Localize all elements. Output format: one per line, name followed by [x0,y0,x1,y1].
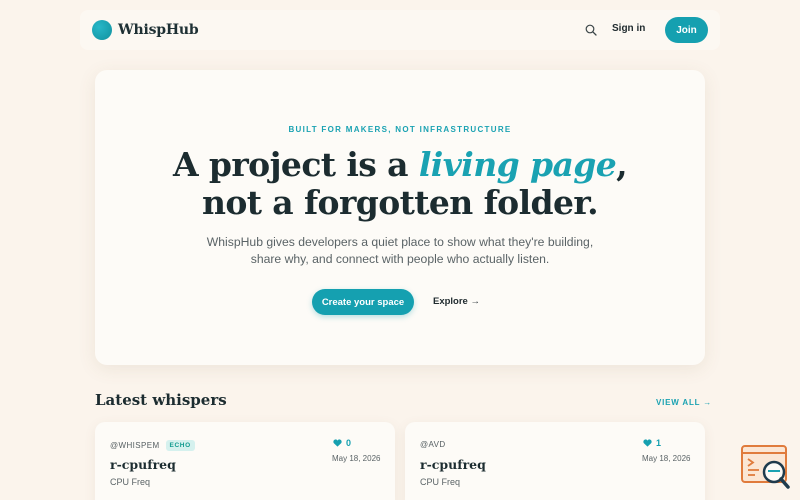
hero-description: WhispHub gives developers a quiet place … [95,234,705,268]
like-counter[interactable]: 1 [643,438,661,448]
card-date: May 18, 2026 [642,454,691,463]
hero-description-line-1: WhispHub gives developers a quiet place … [206,235,594,249]
card-subtitle: CPU Freq [110,477,151,487]
view-all-link[interactable]: VIEW ALL → [656,398,712,407]
brand-name: WhispHub [118,22,199,38]
card-username[interactable]: @WHISPEM [110,441,160,450]
create-space-button[interactable]: Create your space [312,289,414,315]
card-author: @AVD [420,440,446,449]
hero-card: BUILT FOR MAKERS, NOT INFRASTRUCTURE A p… [95,70,705,365]
search-icon[interactable] [585,24,597,36]
card-subtitle: CPU Freq [420,477,461,487]
card-tag-badge: ECHO [165,440,195,451]
card-date: May 18, 2026 [332,454,381,463]
top-navbar: WhispHub Sign in Join [80,10,720,50]
card-title[interactable]: r-cpufreq [110,457,176,472]
sign-in-link[interactable]: Sign in [612,23,645,34]
latest-whispers-title: Latest whispers [95,391,227,409]
like-count: 1 [656,438,662,448]
headline-comma: , [616,145,627,184]
brand[interactable]: WhispHub [92,20,199,40]
explore-link[interactable]: Explore → [433,296,480,307]
heart-icon [333,439,342,447]
card-author: @WHISPEM ECHO [110,440,195,451]
join-button[interactable]: Join [665,17,708,43]
log-search-icon[interactable] [741,445,791,490]
headline-accent: living page [418,145,617,184]
heart-icon [643,439,652,447]
headline-part-2: not a forgotten folder. [201,183,599,222]
hero-eyebrow: BUILT FOR MAKERS, NOT INFRASTRUCTURE [288,125,512,134]
card-title[interactable]: r-cpufreq [420,457,486,472]
like-count: 0 [346,438,352,448]
hero-headline: A project is a living page, not a forgot… [95,146,705,222]
like-counter[interactable]: 0 [333,438,351,448]
card-username[interactable]: @AVD [420,440,446,449]
hero-description-line-2: share why, and connect with people who a… [250,252,550,266]
whisper-card[interactable]: @AVD 1 May 18, 2026 r-cpufreq CPU Freq [405,422,705,500]
whisper-card[interactable]: @WHISPEM ECHO 0 May 18, 2026 r-cpufreq C… [95,422,395,500]
brand-logo-icon [92,20,112,40]
headline-part-1: A project is a [173,145,419,184]
